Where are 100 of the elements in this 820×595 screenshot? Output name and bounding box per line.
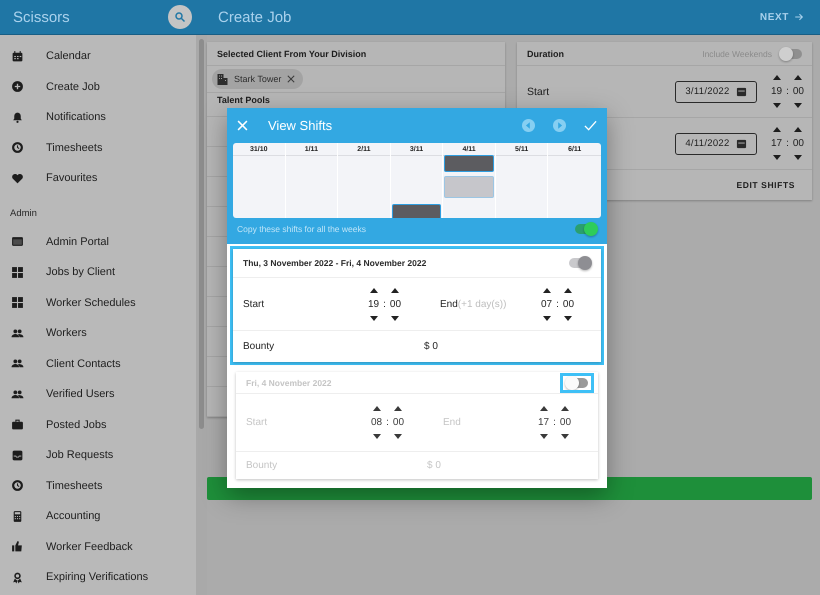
down-arrow-icon[interactable]	[542, 316, 551, 320]
clock-icon	[11, 141, 24, 154]
up-arrow-icon[interactable]	[540, 406, 548, 411]
shift-block[interactable]	[392, 204, 442, 218]
time-separator: :	[553, 417, 556, 428]
minute-value[interactable]: 00	[390, 298, 402, 310]
calculator-icon	[11, 510, 24, 523]
down-arrow-icon[interactable]	[794, 103, 802, 108]
dialog-title: View Shifts	[268, 118, 334, 133]
up-arrow-icon[interactable]	[772, 127, 781, 132]
add-circle-icon	[11, 80, 24, 94]
close-icon[interactable]	[287, 75, 296, 83]
sidebar-item[interactable]: Client Contacts	[0, 348, 196, 379]
sidebar-item[interactable]: Timesheets	[0, 470, 196, 501]
down-arrow-icon[interactable]	[370, 316, 378, 320]
bounty-value: $ 0	[427, 460, 442, 471]
down-arrow-icon[interactable]	[772, 103, 781, 108]
hour-value[interactable]: 08	[371, 417, 382, 428]
down-arrow-icon[interactable]	[561, 434, 570, 439]
time-separator: :	[786, 138, 789, 149]
date-field[interactable]: 4/11/2022	[674, 132, 757, 154]
card-title: Selected Client From Your Division	[217, 48, 366, 58]
sidebar-item[interactable]: Admin Portal	[0, 226, 196, 257]
scrollbar[interactable]	[199, 39, 204, 429]
sidebar-item[interactable]: Favourites	[0, 163, 196, 194]
sidebar-item[interactable]: Jobs by Client	[0, 257, 196, 288]
up-arrow-icon[interactable]	[391, 288, 400, 292]
client-chip[interactable]: Stark Tower	[212, 69, 304, 89]
sidebar-item[interactable]: Worker Feedback	[0, 532, 196, 562]
minute-value[interactable]: 00	[560, 417, 572, 428]
search-button[interactable]	[168, 5, 192, 29]
people-icon	[11, 326, 24, 340]
up-arrow-icon[interactable]	[794, 127, 802, 132]
up-arrow-icon[interactable]	[542, 288, 551, 292]
grid-icon	[11, 296, 24, 310]
sidebar-item[interactable]: Verified Users	[0, 379, 196, 410]
briefcase-icon	[11, 418, 24, 432]
sidebar-item[interactable]: Worker Schedules	[0, 288, 196, 318]
sidebar-item[interactable]: Workers	[0, 318, 196, 348]
up-arrow-icon[interactable]	[772, 75, 781, 80]
minute-value[interactable]: 00	[392, 417, 404, 428]
up-arrow-icon[interactable]	[794, 75, 802, 80]
search-icon[interactable]	[174, 11, 186, 23]
minute-value[interactable]: 00	[562, 298, 574, 310]
down-arrow-icon[interactable]	[372, 434, 381, 439]
edit-shifts-button[interactable]: EDIT SHIFTS	[736, 178, 795, 192]
clock-icon	[11, 479, 24, 492]
down-arrow-icon[interactable]	[394, 434, 402, 439]
start-label: Start	[246, 417, 268, 428]
page-title: Create Job	[218, 8, 292, 26]
copy-label: Copy these shifts for all the weeks	[237, 224, 366, 234]
sidebar-item[interactable]: Expiring Verifications	[0, 562, 196, 592]
sidebar-item[interactable]: Posted Jobs	[0, 410, 196, 440]
confirm-button[interactable]	[584, 120, 597, 131]
sidebar-item[interactable]: Accounting	[0, 501, 196, 532]
sidebar-item[interactable]: Timesheets	[0, 132, 196, 163]
field-label: Start	[527, 86, 550, 98]
people-icon	[11, 388, 24, 401]
toggle-switch[interactable]	[575, 224, 597, 234]
time-separator: :	[786, 86, 789, 97]
up-arrow-icon[interactable]	[561, 406, 570, 411]
hour-value[interactable]: 17	[770, 138, 782, 149]
time-separator: :	[386, 417, 389, 428]
sidebar-item[interactable]: Notifications	[0, 102, 196, 132]
hour-value[interactable]: 07	[541, 298, 552, 310]
down-arrow-icon[interactable]	[794, 155, 802, 160]
hour-value[interactable]: 19	[368, 298, 380, 310]
date-field[interactable]: 3/11/2022	[674, 80, 757, 102]
down-arrow-icon[interactable]	[391, 316, 400, 320]
sidebar-item[interactable]: Job Requests	[0, 440, 196, 470]
up-arrow-icon[interactable]	[372, 406, 381, 411]
calendar-icon[interactable]	[736, 138, 747, 149]
up-arrow-icon[interactable]	[564, 288, 572, 292]
hour-value[interactable]: 17	[538, 417, 550, 428]
time-separator: :	[383, 298, 386, 310]
hour-value[interactable]: 19	[770, 86, 782, 97]
time-separator: :	[556, 298, 559, 310]
down-arrow-icon[interactable]	[540, 434, 548, 439]
arrow-right-icon[interactable]	[794, 12, 804, 22]
toggle-switch[interactable]	[569, 258, 591, 268]
app-title: Scissors	[13, 8, 70, 26]
calendar-icon[interactable]	[736, 86, 747, 97]
close-button[interactable]	[237, 120, 248, 131]
start-label: Start	[243, 298, 266, 310]
toggle-switch[interactable]	[780, 48, 802, 58]
window-icon	[11, 235, 24, 248]
down-arrow-icon[interactable]	[564, 316, 572, 320]
up-arrow-icon[interactable]	[370, 288, 378, 292]
calendar-icon	[11, 50, 24, 63]
bell-icon	[11, 110, 24, 124]
up-arrow-icon[interactable]	[394, 406, 402, 411]
minute-value[interactable]: 00	[792, 86, 804, 97]
toggle-switch[interactable]	[566, 378, 588, 388]
bounty-label: Bounty	[246, 460, 278, 471]
down-arrow-icon[interactable]	[772, 155, 781, 160]
sidebar-item[interactable]: Create Job	[0, 72, 196, 102]
heart-icon	[11, 172, 24, 185]
minute-value[interactable]: 00	[792, 138, 804, 149]
sidebar-item[interactable]: Calendar	[0, 41, 196, 72]
shift-date: Fri, 4 November 2022	[246, 378, 332, 388]
